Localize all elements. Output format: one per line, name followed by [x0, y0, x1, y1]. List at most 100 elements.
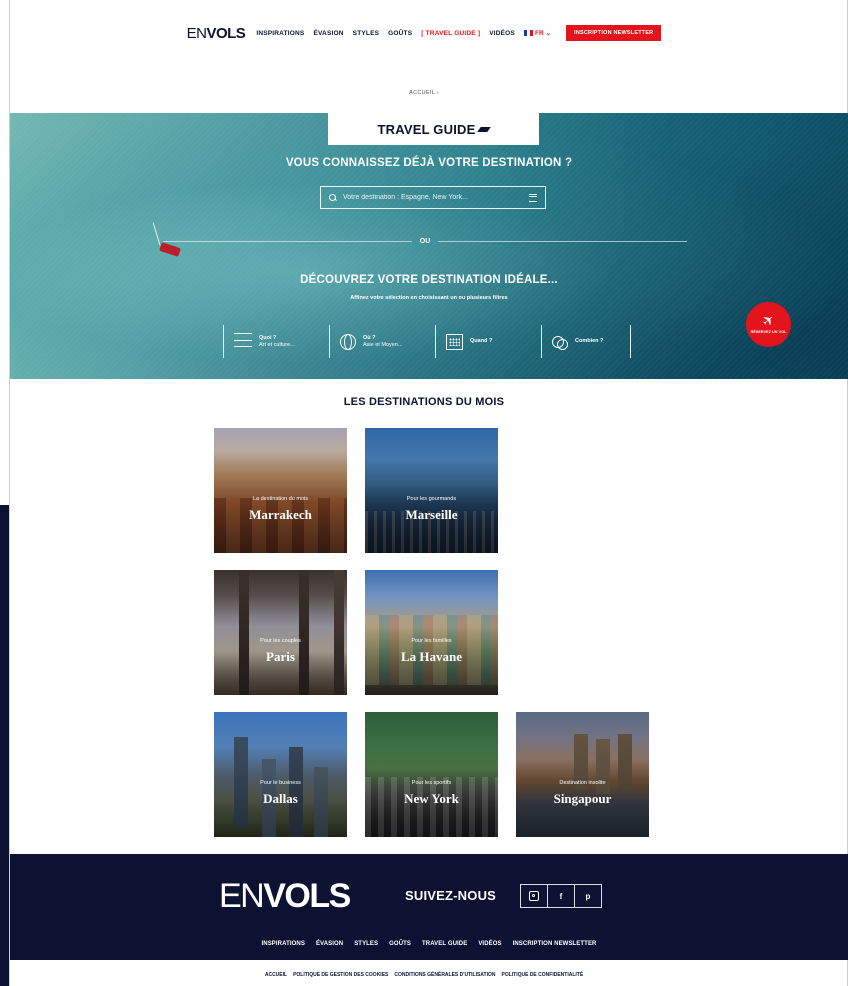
instagram-button[interactable] [521, 885, 547, 907]
flag-icon [523, 30, 533, 36]
facebook-icon: f [559, 891, 563, 901]
card-category: Pour les familles [411, 638, 452, 644]
footer-nav-videos[interactable]: VIDÉOS [478, 941, 501, 947]
nav-evasion[interactable]: ÉVASION [313, 30, 343, 37]
pinterest-button[interactable]: p [574, 885, 601, 907]
destination-search[interactable] [320, 186, 546, 209]
follow-us-label: SUIVEZ-NOUS [405, 888, 497, 903]
nav-styles[interactable]: STYLES [353, 30, 379, 37]
card-category: Pour les couples [260, 638, 301, 644]
card-category: Pour les sportifs [411, 780, 452, 786]
plane-icon: ✈ [758, 311, 779, 331]
legal-link-cookies[interactable]: POLITIQUE DE GESTION DES COOKIES [293, 972, 388, 978]
hero-banner: TRAVEL GUIDE VOUS CONNAISSEZ DÉJÀ VOTRE … [10, 113, 848, 379]
footer-nav-travel-guide[interactable]: TRAVEL GUIDE [422, 941, 467, 947]
destination-card-marseille[interactable]: Pour les gourmands Marseille [365, 428, 498, 553]
footer-nav-styles[interactable]: STYLES [354, 941, 378, 947]
destination-card-new-york[interactable]: Pour les sportifs New York [365, 712, 498, 837]
card-overlay [214, 428, 347, 553]
destination-card-paris[interactable]: Pour les couples Paris [214, 570, 347, 695]
card-city: New York [404, 791, 459, 806]
card-city: Marseille [405, 507, 458, 522]
nav-gouts[interactable]: GOÛTS [388, 30, 412, 37]
menu-icon[interactable] [529, 193, 537, 202]
search-icon[interactable] [329, 193, 337, 202]
search-input[interactable] [341, 193, 529, 202]
breadcrumb[interactable]: ACCUEIL › [0, 90, 848, 96]
footer-nav-evasion[interactable]: ÉVASION [316, 941, 343, 947]
chevron-down-icon: ⌄ [545, 30, 552, 37]
card-category: Pour le business [260, 780, 301, 786]
page-title: TRAVEL GUIDE [377, 121, 476, 137]
card-city: Paris [266, 649, 295, 664]
filter-label: Quand ? [470, 338, 493, 344]
slash-mark-icon [477, 126, 492, 132]
footer-nav-newsletter[interactable]: INSCRIPTION NEWSLETTER [513, 941, 597, 947]
card-overlay [365, 428, 498, 553]
site-logo[interactable]: ENVOLS [187, 25, 246, 42]
card-category: Destination insolite [559, 780, 606, 786]
filter-when[interactable]: Quand ? [435, 325, 541, 358]
site-footer: ENVOLS SUIVEZ-NOUS f p INSPIRATIONS ÉVAS… [10, 854, 848, 960]
footer-logo[interactable]: ENVOLS [219, 877, 351, 916]
filter-what[interactable]: Quoi ? Art et culture... [223, 325, 329, 358]
filter-sub: Asie et Moyen... [363, 341, 403, 348]
card-category: Pour les gourmands [406, 496, 457, 502]
facebook-button[interactable]: f [547, 885, 574, 907]
lines-icon [234, 333, 252, 350]
card-overlay [214, 712, 347, 837]
destination-card-marrakech[interactable]: La destination du mois Marrakech [214, 428, 347, 553]
or-label: OU [419, 238, 431, 245]
card-overlay [214, 570, 347, 695]
card-category: La destination du mois [252, 496, 309, 502]
card-overlay [365, 570, 498, 695]
footer-nav-gouts[interactable]: GOÛTS [389, 941, 411, 947]
destinations-title: LES DESTINATIONS DU MOIS [343, 396, 505, 408]
site-header: ENVOLS INSPIRATIONS ÉVASION STYLES GOÛTS… [0, 20, 848, 46]
instagram-icon [529, 891, 539, 901]
newsletter-button[interactable]: INSCRIPTION NEWSLETTER [566, 25, 662, 41]
page-title-tab: TRAVEL GUIDE [328, 113, 539, 145]
nav-inspirations[interactable]: INSPIRATIONS [256, 30, 304, 37]
filter-where-text: Où ? Asie et Moyen... [363, 335, 402, 349]
divider-line [438, 241, 687, 242]
nav-videos[interactable]: VIDÉOS [489, 30, 515, 37]
left-edge-band [0, 505, 9, 986]
filter-bar: Quoi ? Art et culture... Où ? Asie et Mo… [223, 325, 631, 358]
coins-icon [552, 334, 568, 350]
legal-links: ACCUEIL POLITIQUE DE GESTION DES COOKIES… [0, 972, 848, 978]
footer-nav: INSPIRATIONS ÉVASION STYLES GOÛTS TRAVEL… [10, 941, 848, 947]
social-links: f p [520, 884, 602, 908]
discover-title: DÉCOUVREZ VOTRE DESTINATION IDÉALE... [300, 274, 558, 286]
legal-link-terms[interactable]: CONDITIONS GÉNÉRALES D'UTILISATION [394, 972, 495, 978]
book-flight-button[interactable]: ✈ RÉSERVEZ UN VOL [746, 302, 791, 347]
card-city: Dallas [263, 791, 298, 806]
nav-travel-guide[interactable]: [ TRAVEL GUIDE ] [421, 30, 480, 37]
filter-sub: Art et culture... [259, 341, 295, 348]
or-divider: OU [163, 238, 687, 245]
card-city: La Havane [400, 649, 463, 664]
card-overlay [516, 712, 649, 837]
language-label: FR [534, 29, 544, 37]
legal-link-privacy[interactable]: POLITIQUE DE CONFIDENTIALITÉ [501, 972, 583, 978]
filter-budget[interactable]: Combien ? [541, 325, 631, 358]
language-selector[interactable]: FR ⌄ [523, 29, 552, 37]
filter-where[interactable]: Où ? Asie et Moyen... [329, 325, 435, 358]
filter-label: Quoi ? [259, 334, 277, 341]
filter-what-text: Quoi ? Art et culture... [259, 335, 295, 349]
card-overlay [365, 712, 498, 837]
footer-nav-inspirations[interactable]: INSPIRATIONS [262, 941, 305, 947]
calendar-icon [446, 333, 463, 350]
destination-card-la-havane[interactable]: Pour les familles La Havane [365, 570, 498, 695]
search-question: VOUS CONNAISSEZ DÉJÀ VOTRE DESTINATION ? [285, 157, 573, 169]
globe-icon [340, 333, 356, 350]
discover-subtitle: Affinez votre sélection en choisissant u… [350, 295, 508, 301]
legal-link-home[interactable]: ACCUEIL [265, 972, 287, 978]
destination-card-singapour[interactable]: Destination insolite Singapour [516, 712, 649, 837]
filter-label: Combien ? [575, 338, 604, 344]
card-city: Marrakech [249, 507, 312, 522]
destination-card-dallas[interactable]: Pour le business Dallas [214, 712, 347, 837]
card-city: Singapour [553, 791, 612, 806]
divider-line [163, 241, 412, 242]
pinterest-icon: p [585, 891, 591, 901]
